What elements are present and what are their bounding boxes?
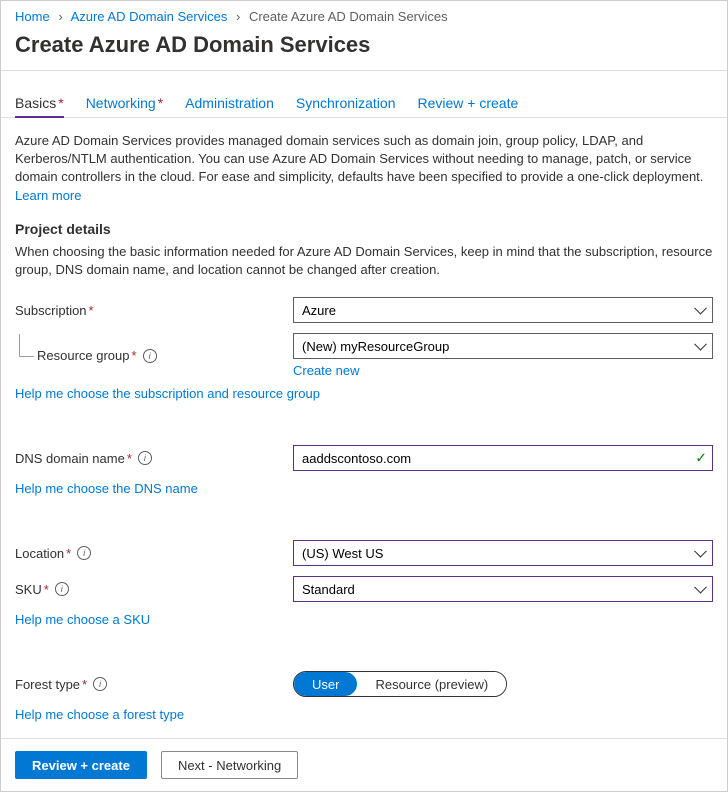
checkmark-icon: ✓: [695, 450, 707, 467]
breadcrumb-aadds[interactable]: Azure AD Domain Services: [71, 9, 228, 24]
info-icon[interactable]: i: [143, 349, 157, 363]
dns-domain-label: DNS domain name: [15, 451, 125, 466]
info-icon[interactable]: i: [77, 546, 91, 560]
breadcrumb: Home › Azure AD Domain Services › Create…: [1, 1, 727, 28]
tab-list: Basics* Networking* Administration Synch…: [1, 71, 727, 117]
tab-review-create[interactable]: Review + create: [418, 95, 519, 117]
sku-select[interactable]: Standard: [293, 576, 713, 602]
location-select[interactable]: (US) West US: [293, 540, 713, 566]
forest-type-toggle: User Resource (preview): [293, 671, 507, 697]
intro-text: Azure AD Domain Services provides manage…: [15, 132, 713, 205]
info-icon[interactable]: i: [93, 677, 107, 691]
resource-group-select[interactable]: (New) myResourceGroup: [293, 333, 713, 359]
forest-type-user[interactable]: User: [294, 672, 357, 696]
resource-group-label: Resource group: [37, 348, 130, 363]
sku-label: SKU: [15, 582, 42, 597]
project-details-heading: Project details: [15, 221, 713, 237]
dns-domain-input[interactable]: [293, 445, 713, 471]
location-label: Location: [15, 546, 64, 561]
info-icon[interactable]: i: [138, 451, 152, 465]
help-sku-link[interactable]: Help me choose a SKU: [15, 612, 150, 627]
tab-administration[interactable]: Administration: [185, 95, 274, 117]
help-forest-link[interactable]: Help me choose a forest type: [15, 707, 184, 722]
review-create-button[interactable]: Review + create: [15, 751, 147, 779]
learn-more-link[interactable]: Learn more: [15, 188, 81, 203]
wizard-footer: Review + create Next - Networking: [1, 738, 727, 791]
project-details-text: When choosing the basic information need…: [15, 243, 713, 279]
help-subscription-rg-link[interactable]: Help me choose the subscription and reso…: [15, 386, 320, 401]
chevron-right-icon: ›: [58, 9, 62, 24]
help-dns-link[interactable]: Help me choose the DNS name: [15, 481, 198, 496]
forest-type-label: Forest type: [15, 677, 80, 692]
breadcrumb-current: Create Azure AD Domain Services: [249, 9, 448, 24]
create-new-link[interactable]: Create new: [293, 363, 359, 378]
chevron-right-icon: ›: [236, 9, 240, 24]
page-title: Create Azure AD Domain Services: [1, 28, 727, 70]
breadcrumb-home[interactable]: Home: [15, 9, 50, 24]
info-icon[interactable]: i: [55, 582, 69, 596]
subscription-label: Subscription: [15, 303, 87, 318]
subscription-select[interactable]: Azure: [293, 297, 713, 323]
forest-type-resource[interactable]: Resource (preview): [357, 672, 506, 696]
tab-networking[interactable]: Networking*: [86, 95, 163, 117]
tab-synchronization[interactable]: Synchronization: [296, 95, 396, 117]
tab-basics[interactable]: Basics*: [15, 95, 64, 117]
next-networking-button[interactable]: Next - Networking: [161, 751, 298, 779]
